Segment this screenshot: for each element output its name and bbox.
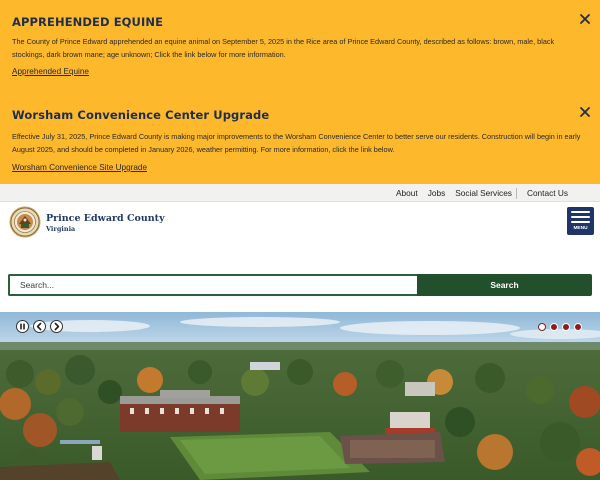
alert-title: APPREHENDED EQUINE (12, 15, 164, 29)
site-header: Prince Edward County Virginia MENU (0, 203, 600, 243)
utility-link-contact-us[interactable]: Contact Us (527, 188, 568, 198)
slide-indicator-dot[interactable] (562, 323, 570, 331)
close-icon[interactable] (578, 105, 592, 119)
utility-link-jobs[interactable]: Jobs (428, 188, 446, 198)
search-button[interactable]: Search (417, 274, 592, 296)
menu-label: MENU (573, 226, 588, 231)
menu-button[interactable]: MENU (567, 207, 594, 235)
utility-divider (515, 187, 517, 199)
hero-slideshow (0, 312, 600, 480)
county-name: Prince Edward County (46, 213, 165, 224)
next-slide-button[interactable] (50, 320, 63, 333)
previous-slide-button[interactable] (33, 320, 46, 333)
search-section: Search (0, 243, 600, 312)
chevron-right-icon (54, 322, 60, 331)
alert-link-apprehended-equine[interactable]: Apprehended Equine (12, 67, 89, 76)
alert-banner-area: APPREHENDED EQUINE The County of Prince … (0, 0, 600, 184)
slide-indicators (534, 323, 582, 331)
utility-link-about[interactable]: About (396, 188, 418, 198)
slide-indicator-dot[interactable] (574, 323, 582, 331)
alert-link-worsham-upgrade[interactable]: Worsham Convenience Site Upgrade (12, 163, 147, 172)
search-input[interactable] (8, 274, 417, 296)
county-seal-logo[interactable] (9, 206, 41, 238)
pause-icon (20, 323, 25, 330)
hamburger-icon (571, 221, 590, 223)
alert-body: The County of Prince Edward apprehended … (12, 37, 555, 59)
hero-aerial-photo (0, 312, 600, 480)
hamburger-icon (571, 216, 590, 218)
utility-bar: About Jobs Social Services Contact Us (0, 184, 600, 202)
chevron-left-icon (36, 322, 42, 331)
slide-indicator-dot[interactable] (538, 323, 546, 331)
slide-indicator-dot[interactable] (550, 323, 558, 331)
alert-worsham-upgrade: Worsham Convenience Center Upgrade Effec… (0, 105, 600, 175)
close-icon[interactable] (578, 12, 592, 26)
pause-button[interactable] (16, 320, 29, 333)
utility-link-social-services[interactable]: Social Services (455, 188, 512, 198)
utility-nav: About Jobs Social Services Contact Us (386, 184, 568, 202)
county-subtitle: Virginia (46, 225, 76, 233)
hamburger-icon (571, 211, 590, 213)
alert-apprehended-equine: APPREHENDED EQUINE The County of Prince … (0, 12, 600, 79)
alert-body: Effective July 31, 2025, Prince Edward C… (12, 132, 581, 154)
alert-title: Worsham Convenience Center Upgrade (12, 108, 270, 122)
county-brand[interactable]: Prince Edward County Virginia (46, 213, 165, 233)
